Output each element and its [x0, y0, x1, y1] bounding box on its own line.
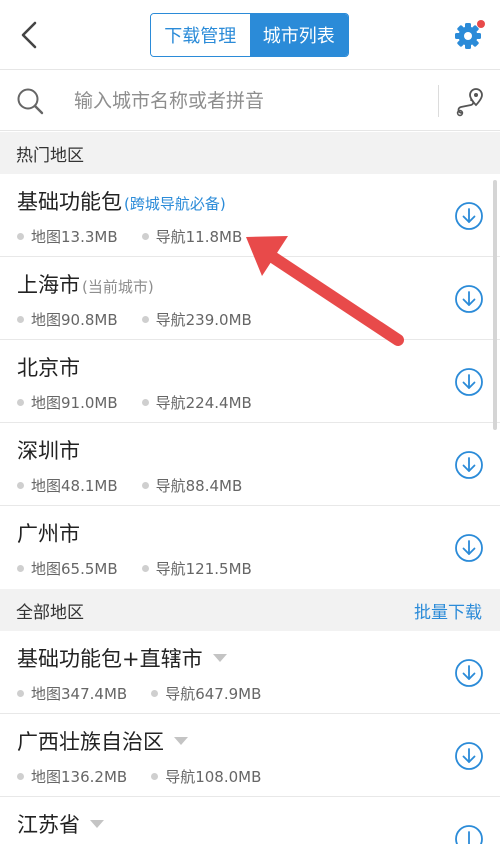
- item-name: 深圳市: [17, 439, 80, 463]
- download-icon[interactable]: [454, 450, 484, 480]
- download-icon[interactable]: [454, 824, 484, 844]
- bullet-dot: [151, 773, 159, 780]
- map-size: 地图90.8MB: [31, 311, 118, 329]
- map-size: 地图91.0MB: [31, 394, 118, 412]
- item-title: 广州市: [17, 518, 80, 548]
- section-title: 全部地区: [16, 602, 84, 623]
- item-name: 广西壮族自治区: [17, 730, 164, 754]
- city-search-input[interactable]: [74, 85, 414, 117]
- item-title: 深圳市: [17, 435, 80, 465]
- section-title: 热门地区: [16, 145, 84, 166]
- notification-dot: [477, 20, 485, 28]
- list-item[interactable]: 北京市 地图91.0MB 导航224.4MB: [0, 340, 500, 423]
- bullet-dot: [151, 690, 159, 697]
- item-sizes: 地图90.8MB 导航239.0MB: [17, 309, 276, 330]
- section-header-all: 全部地区 批量下载: [0, 589, 500, 631]
- download-icon[interactable]: [454, 533, 484, 563]
- tab-city-list[interactable]: 城市列表: [249, 14, 348, 56]
- bullet-dot: [17, 565, 24, 572]
- expand-triangle-icon[interactable]: [174, 737, 188, 745]
- bullet-dot: [17, 482, 24, 489]
- back-button[interactable]: [14, 18, 44, 52]
- nav-size: 导航239.0MB: [155, 311, 252, 329]
- bullet-dot: [141, 316, 149, 323]
- item-sizes: 地图48.1MB 导航88.4MB: [17, 475, 266, 496]
- gear-icon: [455, 20, 485, 49]
- bullet-dot: [141, 565, 149, 572]
- expand-triangle-icon[interactable]: [212, 654, 227, 662]
- search-icon: [17, 88, 44, 115]
- item-note: (跨城导航必备): [124, 195, 226, 213]
- bullet-dot: [17, 399, 24, 406]
- item-sizes: 地图136.2MB 导航108.0MB: [17, 766, 285, 787]
- item-title: 基础功能包+直辖市: [17, 643, 227, 673]
- nav-size: 导航108.0MB: [165, 768, 262, 786]
- nav-size: 导航224.4MB: [155, 394, 252, 412]
- bullet-dot: [17, 316, 24, 323]
- item-sizes: 地图91.0MB 导航224.4MB: [17, 392, 276, 413]
- list-item[interactable]: 上海市 (当前城市) 地图90.8MB 导航239.0MB: [0, 257, 500, 340]
- list-item[interactable]: 广州市 地图65.5MB 导航121.5MB: [0, 506, 500, 589]
- settings-button[interactable]: [452, 18, 486, 52]
- batch-download-link[interactable]: 批量下载: [414, 589, 482, 631]
- view-switcher: 下载管理 城市列表: [150, 13, 349, 57]
- divider: [438, 85, 439, 117]
- list-item[interactable]: 江苏省: [0, 797, 500, 844]
- list-item[interactable]: 基础功能包+直辖市 地图347.4MB 导航647.9MB: [0, 631, 500, 714]
- item-name: 江苏省: [17, 813, 80, 837]
- bullet-dot: [17, 690, 24, 697]
- download-icon[interactable]: [454, 658, 484, 688]
- item-sizes: 地图65.5MB 导航121.5MB: [17, 558, 276, 579]
- nav-size: 导航88.4MB: [155, 477, 243, 495]
- item-sizes: 地图13.3MB 导航11.8MB: [17, 226, 266, 247]
- list-item[interactable]: 深圳市 地图48.1MB 导航88.4MB: [0, 423, 500, 506]
- download-icon[interactable]: [454, 284, 484, 314]
- map-size: 地图347.4MB: [31, 685, 128, 703]
- scrollbar[interactable]: [493, 180, 497, 430]
- map-size: 地图136.2MB: [31, 768, 128, 786]
- bullet-dot: [17, 233, 24, 240]
- tab-download-manager[interactable]: 下载管理: [151, 14, 250, 56]
- item-title: 上海市 (当前城市): [17, 269, 154, 299]
- list-item[interactable]: 广西壮族自治区 地图136.2MB 导航108.0MB: [0, 714, 500, 797]
- map-size: 地图13.3MB: [31, 228, 118, 246]
- item-title: 基础功能包 (跨城导航必备): [17, 186, 226, 216]
- item-title: 北京市: [17, 352, 80, 382]
- download-icon[interactable]: [454, 741, 484, 771]
- bullet-dot: [17, 773, 24, 780]
- chevron-left-icon: [21, 21, 37, 49]
- item-name: 北京市: [17, 356, 80, 380]
- search-bar: [0, 71, 500, 131]
- nav-size: 导航121.5MB: [155, 560, 252, 578]
- bullet-dot: [141, 399, 149, 406]
- download-icon[interactable]: [454, 201, 484, 231]
- item-title: 江苏省: [17, 809, 104, 839]
- bullet-dot: [141, 482, 149, 489]
- item-name: 基础功能包: [17, 190, 122, 214]
- nav-size: 导航647.9MB: [165, 685, 262, 703]
- map-size: 地图48.1MB: [31, 477, 118, 495]
- item-name: 上海市: [17, 273, 80, 297]
- section-header-hot: 热门地区: [0, 132, 500, 174]
- bullet-dot: [141, 233, 149, 240]
- item-name: 基础功能包+直辖市: [17, 647, 203, 671]
- expand-triangle-icon[interactable]: [90, 820, 104, 828]
- item-note: (当前城市): [82, 278, 154, 296]
- top-bar: 下载管理 城市列表: [0, 0, 500, 70]
- item-sizes: 地图347.4MB 导航647.9MB: [17, 683, 285, 704]
- list-item[interactable]: 基础功能包 (跨城导航必备) 地图13.3MB 导航11.8MB: [0, 174, 500, 257]
- download-icon[interactable]: [454, 367, 484, 397]
- route-location-icon[interactable]: [454, 85, 486, 117]
- map-size: 地图65.5MB: [31, 560, 118, 578]
- item-title: 广西壮族自治区: [17, 726, 188, 756]
- item-name: 广州市: [17, 522, 80, 546]
- nav-size: 导航11.8MB: [155, 228, 243, 246]
